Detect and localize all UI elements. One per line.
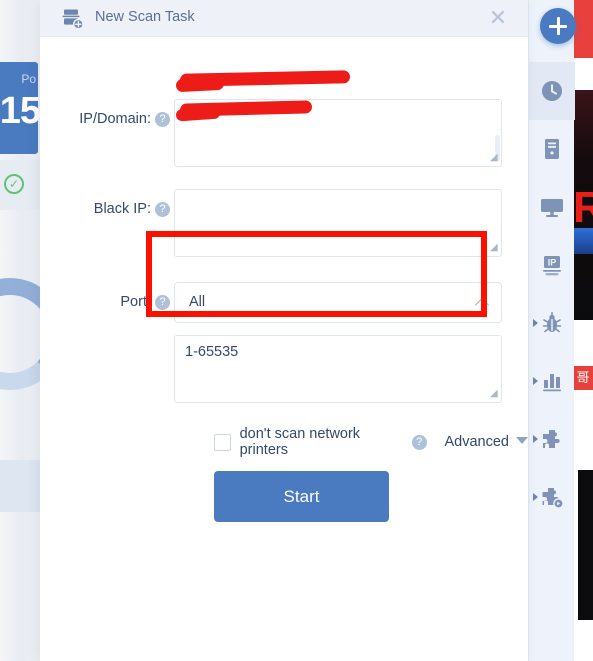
sidebar-item-ip[interactable]: IP (529, 236, 575, 294)
sidebar-item-statistics[interactable] (529, 352, 575, 410)
tool-sidebar: IP (528, 0, 576, 661)
sidebar-item-vulnerability[interactable] (529, 294, 575, 352)
new-scan-task-dialog: New Scan Task ✕ IP/Domain:? ◢ Black IP:?… (40, 0, 528, 661)
background-hero-accent (573, 228, 593, 254)
background-stat-value: 15 (0, 90, 41, 132)
clock-icon (542, 81, 562, 101)
ip-domain-label: IP/Domain:? (79, 111, 170, 127)
new-scan-task-icon (62, 9, 84, 30)
background-right-tag: 哥 (573, 366, 593, 390)
start-button[interactable]: Start (214, 471, 389, 522)
port-label: Port:? (120, 294, 170, 310)
add-task-fab[interactable] (540, 8, 576, 44)
help-icon-ip-domain[interactable]: ? (155, 112, 170, 127)
puzzle-icon (543, 430, 560, 448)
background-right-banner (573, 0, 593, 58)
background-stat-label: Po (21, 72, 36, 86)
port-preset-select[interactable]: All (174, 282, 502, 323)
help-icon-port[interactable]: ? (155, 295, 170, 310)
black-ip-label: Black IP:? (94, 201, 170, 217)
port-label-text: Port: (120, 294, 151, 310)
sidebar-item-history[interactable] (529, 62, 575, 120)
server-tower-icon (545, 139, 559, 159)
ip-icon: IP (543, 256, 561, 276)
ip-domain-label-text: IP/Domain: (79, 111, 151, 127)
bug-icon (542, 311, 562, 333)
black-ip-input[interactable] (174, 189, 502, 257)
chevron-right-icon (533, 377, 538, 385)
puzzle-play-icon (542, 488, 564, 509)
ip-domain-input[interactable] (174, 99, 502, 167)
background-check-row: ✓ (0, 160, 40, 210)
dialog-header: New Scan Task ✕ (40, 0, 528, 37)
check-circle-icon: ✓ (4, 174, 24, 194)
port-range-input[interactable] (174, 335, 502, 403)
background-right-hero: R (573, 90, 593, 320)
background-stat-card: Po 15 (0, 62, 41, 154)
chevron-right-icon (533, 435, 538, 443)
chevron-up-icon (474, 297, 490, 313)
advanced-toggle[interactable]: Advanced (444, 434, 528, 450)
background-right-lower (578, 470, 593, 620)
help-icon-black-ip[interactable]: ? (155, 202, 170, 217)
advanced-toggle-label: Advanced (444, 434, 510, 450)
help-icon-printers[interactable]: ? (411, 434, 427, 450)
dont-scan-printers-checkbox[interactable] (214, 433, 231, 451)
chevron-down-icon (516, 437, 528, 444)
chevron-right-icon (533, 493, 538, 501)
svg-text:IP: IP (548, 258, 557, 268)
sidebar-item-monitor[interactable] (529, 178, 575, 236)
ip-domain-scrollbar[interactable] (495, 135, 500, 161)
sidebar-item-server[interactable] (529, 120, 575, 178)
dialog-title: New Scan Task (95, 9, 195, 25)
port-preset-value: All (189, 294, 206, 310)
chevron-right-icon (533, 319, 538, 327)
monitor-icon (541, 199, 563, 217)
sidebar-item-plugins[interactable] (529, 410, 575, 468)
bar-chart-icon (543, 374, 561, 392)
dont-scan-printers-label: don't scan network printers (239, 426, 361, 458)
background-band (0, 460, 40, 512)
sidebar-item-plugin-run[interactable] (529, 468, 575, 526)
background-hero-letter: R (573, 183, 593, 232)
black-ip-label-text: Black IP: (93, 201, 151, 217)
close-icon[interactable]: ✕ (486, 6, 510, 30)
options-row: don't scan network printers ? Advanced (214, 426, 528, 458)
